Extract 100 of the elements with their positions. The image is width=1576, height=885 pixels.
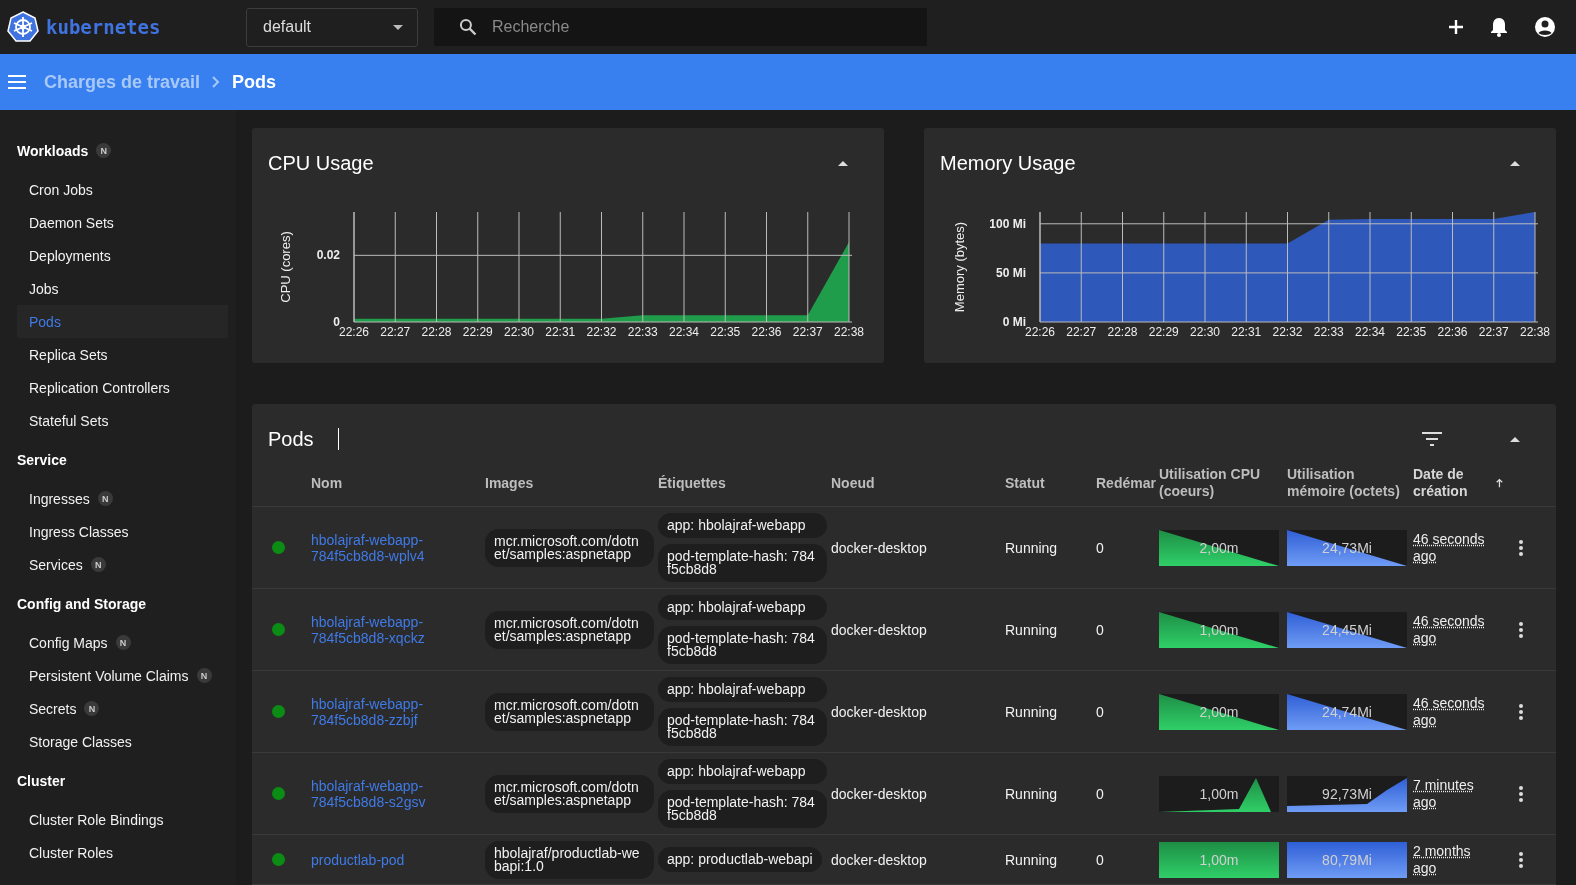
pod-name-link[interactable]: productlab-pod [311,851,435,868]
namespaced-badge: N [115,635,131,650]
logo-text[interactable]: kubernetes [46,16,161,38]
search-icon[interactable] [458,17,478,37]
cpu-value: 1,00m [1199,851,1239,868]
section-title[interactable]: Config and Storage [17,595,147,612]
x-tick-label: 22:26 [339,325,369,339]
more-icon[interactable] [1519,621,1523,638]
restart-count: 0 [1096,851,1104,868]
creation-age: 7 minutes ago [1413,776,1475,811]
x-tick-label: 22:34 [1355,325,1385,339]
sidebar-item[interactable]: Stateful Sets [17,404,228,437]
label-chip: pod-template-hash: 784f5cb8d8 [658,708,827,746]
image-chip: mcr.microsoft.com/dotnet/samples:aspnetapp [485,774,654,813]
creation-age: 46 seconds ago [1413,694,1486,729]
section-title[interactable]: Cluster [17,772,66,789]
label-chip: app: hbolajraf-webapp [658,677,827,702]
x-tick-label: 22:27 [380,325,411,339]
column-header[interactable]: Noeud [831,474,875,492]
more-icon[interactable] [1519,539,1523,556]
namespaced-badge: N [97,491,113,506]
sidebar-item[interactable]: Storage Classes [17,725,228,758]
bell-icon[interactable] [1490,17,1508,37]
x-tick-label: 22:36 [751,325,782,339]
x-tick-label: 22:31 [545,325,576,339]
x-tick-label: 22:35 [710,325,741,339]
caret-icon [393,24,403,30]
collapse-icon[interactable] [838,160,848,166]
x-tick-label: 22:34 [669,325,699,339]
x-tick-label: 22:29 [1148,325,1179,339]
sidebar-item[interactable]: Daemon Sets [17,206,228,239]
image-chip: mcr.microsoft.com/dotnet/samples:aspnetapp [485,528,654,567]
memory-value: 92,73Mi [1322,785,1372,802]
more-icon[interactable] [1519,703,1523,720]
add-icon[interactable] [1448,19,1464,35]
sidebar-item[interactable]: Ingresses N [17,482,228,515]
restart-count: 0 [1096,703,1104,720]
menu-icon[interactable] [8,75,26,89]
sidebar-item[interactable]: Config Maps N [17,626,228,659]
image-chip: mcr.microsoft.com/dotnet/samples:aspnetapp [485,610,654,649]
more-icon[interactable] [1519,785,1523,802]
sidebar-item[interactable]: Secrets N [17,692,228,725]
pod-name-link[interactable]: hbolajraf-webapp-784f5cb8d8-zzbjf [311,695,485,728]
sidebar-item[interactable]: Persistent Volume Claims N [17,659,228,692]
column-header[interactable]: Utilisation mémoire (octets) [1287,466,1409,500]
sidebar-item[interactable]: Pods [17,305,228,338]
x-tick-label: 22:36 [1437,325,1468,339]
node-name: docker-desktop [831,851,927,868]
status-text: Running [1005,539,1058,556]
account-icon[interactable] [1534,16,1556,38]
x-tick-label: 22:30 [1190,325,1220,339]
column-header[interactable]: Images [485,474,534,492]
column-header[interactable]: Statut [1005,474,1045,492]
sidebar-item[interactable]: Deployments [17,239,228,272]
pod-name-link[interactable]: hbolajraf-webapp-784f5cb8d8-xqckz [311,613,485,646]
namespace-select[interactable]: default [246,7,418,47]
x-tick-label: 22:31 [1231,325,1262,339]
restart-count: 0 [1096,785,1104,802]
filter-icon[interactable] [1422,432,1442,446]
label-chip: pod-template-hash: 784f5cb8d8 [658,544,827,582]
label-chip: pod-template-hash: 784f5cb8d8 [658,626,827,664]
column-header[interactable]: Utilisation CPU (coeurs) [1159,466,1281,500]
x-tick-label: 22:30 [504,325,534,339]
pod-name-link[interactable]: hbolajraf-webapp-784f5cb8d8-wplv4 [311,531,485,564]
pod-name-link[interactable]: hbolajraf-webapp-784f5cb8d8-s2gsv [311,777,485,810]
more-icon[interactable] [1519,851,1523,868]
image-chip: mcr.microsoft.com/dotnet/samples:aspnetapp [485,692,654,731]
namespaced-badge: N [96,143,112,158]
column-header[interactable]: Étiquettes [658,474,726,492]
sidebar-item[interactable]: Replica Sets [17,338,228,371]
collapse-icon[interactable] [1510,160,1520,166]
sidebar-item[interactable]: Jobs [17,272,228,305]
collapse-icon[interactable] [1510,436,1520,442]
logo-icon[interactable] [7,11,39,43]
x-tick-label: 22:38 [1520,325,1550,339]
x-tick-label: 22:33 [1313,325,1344,339]
status-text: Running [1005,851,1058,868]
x-tick-label: 22:28 [421,325,452,339]
namespaced-badge: N [84,701,100,716]
creation-age: 2 months ago [1413,842,1472,877]
column-header[interactable]: Nom [311,474,343,492]
namespaced-badge: N [196,668,212,683]
column-header[interactable]: Date de création [1413,466,1489,500]
cpu-value: 1,00m [1199,621,1239,638]
sidebar-item[interactable]: Ingress Classes [17,515,228,548]
sidebar-item[interactable]: Cluster Role Bindings [17,803,228,836]
sort-arrow-icon[interactable] [1496,477,1503,489]
x-tick-label: 22:35 [1396,325,1427,339]
status-text: Running [1005,621,1058,638]
y-tick-label: 0.02 [316,248,340,263]
status-text: Running [1005,703,1058,720]
section-title[interactable]: Workloads [17,142,89,159]
sidebar-item[interactable]: Cluster Roles [17,836,228,869]
x-tick-label: 22:26 [1025,325,1055,339]
section-title[interactable]: Service [17,451,67,468]
y-axis-title: Memory (bytes) [952,221,967,313]
column-header[interactable]: Redémar [1096,474,1156,492]
sidebar-item[interactable]: Services N [17,548,228,581]
sidebar-item[interactable]: Cron Jobs [17,173,228,206]
sidebar-item[interactable]: Replication Controllers [17,371,228,404]
